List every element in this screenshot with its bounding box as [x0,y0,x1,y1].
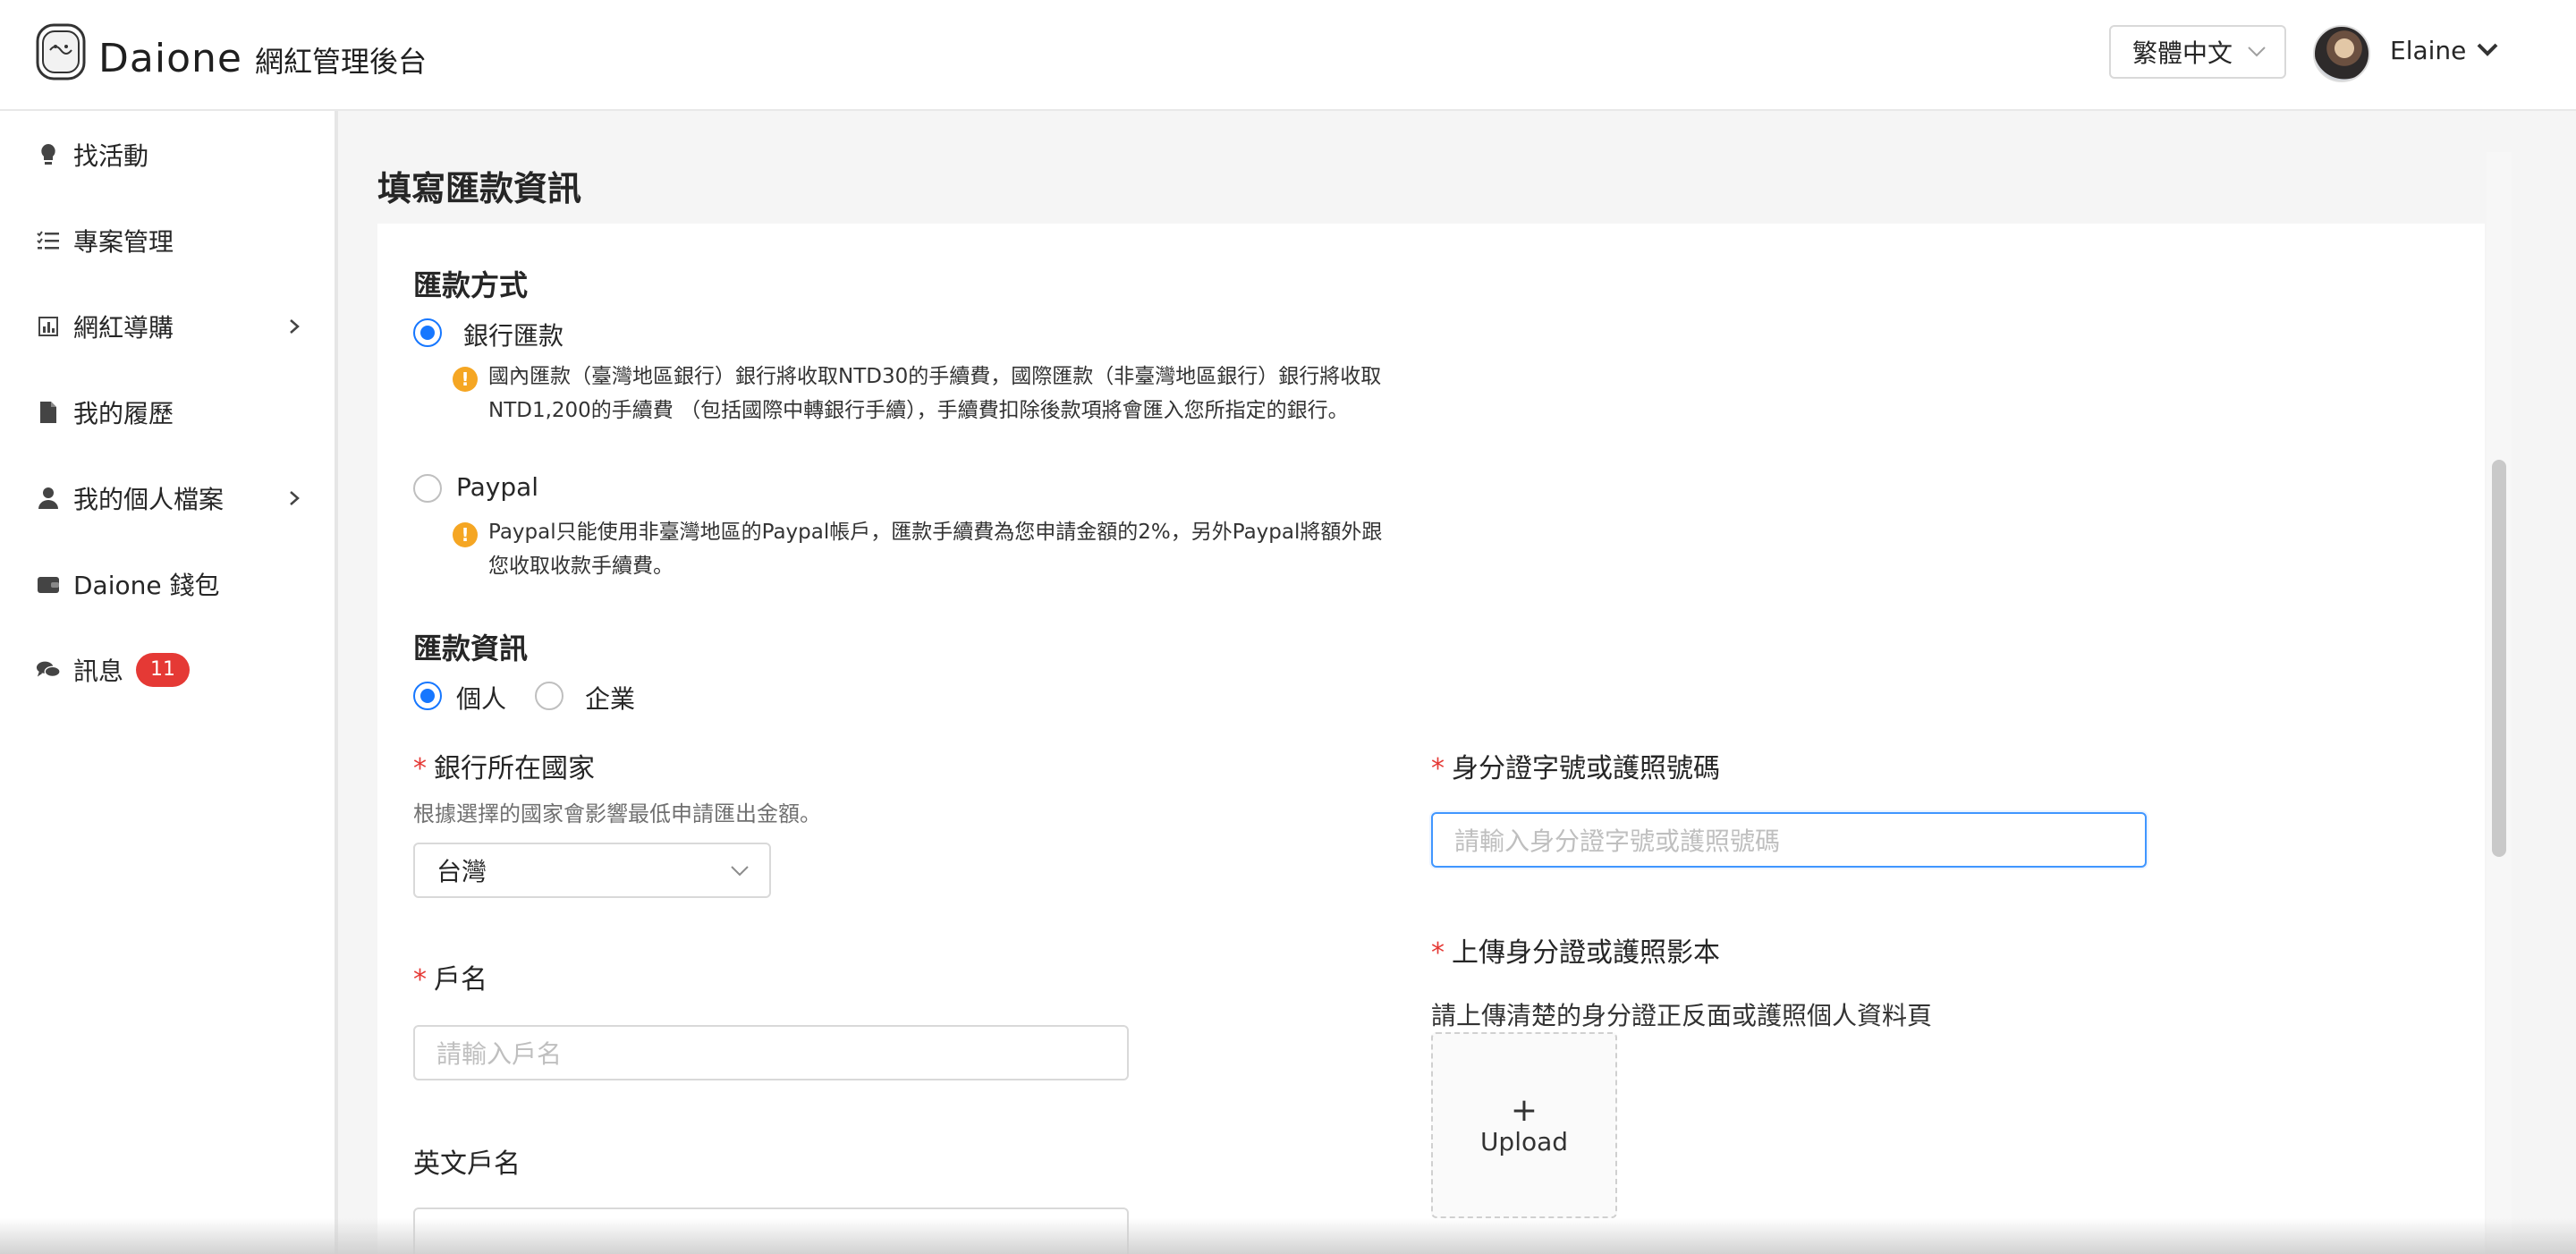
sidebar-item-label: 我的個人檔案 [73,485,225,514]
chevron-down-icon [2248,47,2266,57]
radio-individual-label[interactable]: 個人 [456,680,506,716]
chevron-right-icon [290,319,300,334]
radio-paypal[interactable] [413,474,442,503]
language-value: 繁體中文 [2132,38,2233,68]
chevron-down-icon [731,866,749,877]
id-number-label: * 身分證字號或護照號碼 [1431,746,1720,785]
radio-bank-transfer[interactable] [413,318,442,347]
avatar[interactable] [2313,25,2370,82]
bank-country-select[interactable]: 台灣 [413,843,771,898]
lightbulb-icon [36,142,61,167]
wallet-icon [36,572,61,597]
sidebar-item-wallet[interactable]: Daione 錢包 [0,553,335,615]
account-name-placeholder: 請輸入戶名 [436,1039,563,1069]
chat-icon [36,657,61,682]
scrollbar-thumb[interactable] [2492,460,2506,857]
language-select[interactable]: 繁體中文 [2109,25,2286,79]
sidebar-item-label: 訊息 [73,657,124,686]
required-mark: * [413,964,427,996]
sidebar-item-label: 找活動 [73,141,149,171]
page-title: 填寫匯款資訊 [377,169,582,208]
radio-individual[interactable] [413,682,442,710]
chevron-right-icon [290,491,300,505]
sidebar-item-messages[interactable]: 訊息 11 [0,639,335,701]
chart-icon [36,314,61,339]
radio-paypal-label[interactable]: Paypal [456,472,538,502]
warning-icon: ! [453,522,478,547]
sidebar-item-find-events[interactable]: 找活動 [0,123,335,186]
sidebar: 找活動 專案管理 網紅導購 我的履歷 我的個人檔案 Daione 錢包 訊息 1… [0,111,338,1254]
sidebar-item-my-profile[interactable]: 我的個人檔案 [0,467,335,530]
remittance-method-title: 匯款方式 [413,268,529,302]
radio-company[interactable] [535,682,564,710]
id-number-input[interactable]: 請輸入身分證字號或護照號碼 [1431,812,2147,868]
sidebar-item-label: 網紅導購 [73,313,174,343]
list-check-icon [36,228,61,253]
id-upload-label: * 上傳身分證或護照影本 [1431,930,1720,970]
id-number-placeholder: 請輸入身分證字號或護照號碼 [1454,826,1781,856]
id-upload-label-text: 上傳身分證或護照影本 [1452,937,1720,969]
bank-country-help: 根據選擇的國家會影響最低申請匯出金額。 [413,801,821,826]
required-mark: * [1431,937,1445,969]
bank-country-label-text: 銀行所在國家 [434,753,595,784]
brand-subtitle: 網紅管理後台 [254,45,427,79]
warning-icon: ! [453,367,478,392]
required-mark: * [413,753,427,784]
upload-label: Upload [1479,1126,1569,1157]
bank-transfer-notice: 國內匯款（臺灣地區銀行）銀行將收取NTD30的手續費，國際匯款（非臺灣地區銀行）… [488,365,1382,422]
brand-name: Daione [98,36,242,81]
id-number-label-text: 身分證字號或護照號碼 [1452,753,1720,784]
account-name-label-text: 戶名 [434,964,487,996]
brand: Daione 網紅管理後台 [98,36,427,81]
sidebar-item-label: 我的履歷 [73,399,174,428]
daione-logo-icon[interactable] [34,23,88,80]
bank-country-label: * 銀行所在國家 [413,746,595,785]
radio-bank-transfer-label[interactable]: 銀行匯款 [463,317,564,352]
remittance-info-title: 匯款資訊 [413,631,529,665]
sidebar-item-influencer-shopping[interactable]: 網紅導購 [0,295,335,358]
id-upload-help: 請上傳清楚的身分證正反面或護照個人資料頁 [1431,1001,1933,1030]
top-header: Daione 網紅管理後台 繁體中文 Elaine [0,0,2576,111]
unread-badge: 11 [136,653,191,687]
chevron-down-icon[interactable] [2476,41,2499,57]
upload-button[interactable]: + Upload [1431,1032,1617,1218]
sidebar-item-label: 專案管理 [73,227,174,257]
account-name-label: * 戶名 [413,957,487,996]
user-icon [36,486,61,511]
required-mark: * [1431,753,1445,784]
bank-country-value: 台灣 [436,857,487,886]
sidebar-item-my-resume[interactable]: 我的履歷 [0,381,335,444]
sidebar-item-project-management[interactable]: 專案管理 [0,209,335,272]
paypal-notice: Paypal只能使用非臺灣地區的Paypal帳戶，匯款手續費為您申請金額的2%，… [488,521,1383,578]
window-bottom-shadow [0,1218,2576,1254]
account-name-input[interactable]: 請輸入戶名 [413,1025,1129,1080]
plus-icon: + [1510,1091,1538,1129]
sidebar-item-label: Daione 錢包 [73,571,220,600]
document-icon [36,400,61,425]
english-name-label: 英文戶名 [413,1148,521,1180]
radio-company-label[interactable]: 企業 [585,680,635,716]
user-name[interactable]: Elaine [2390,36,2466,65]
